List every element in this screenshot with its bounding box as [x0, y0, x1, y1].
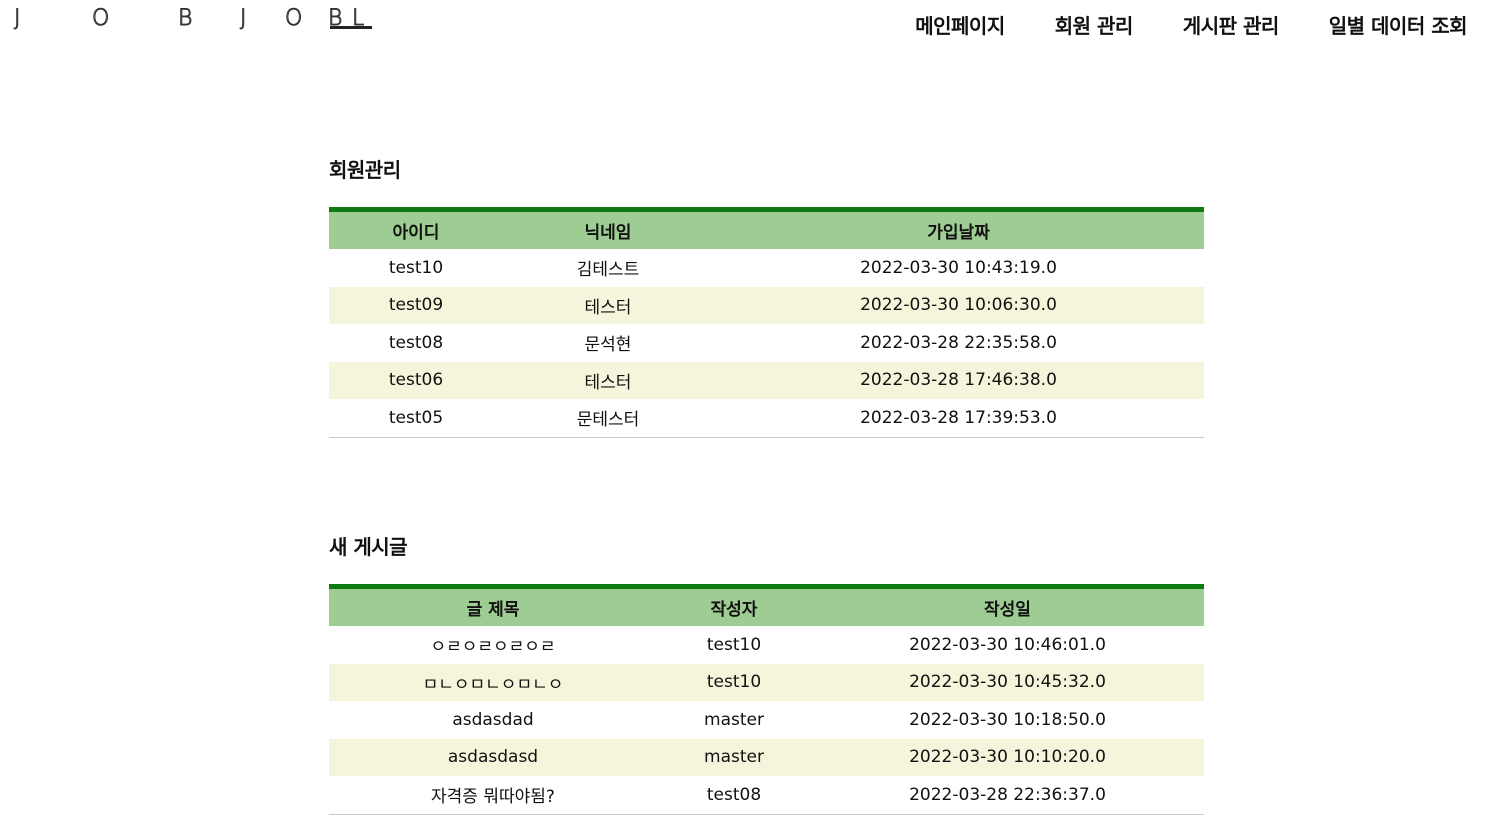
table-row[interactable]: ㅇㄹㅇㄹㅇㄹㅇㄹ test10 2022-03-30 10:46:01.0 — [329, 626, 1204, 664]
member-id: test05 — [388, 407, 444, 428]
member-nickname: 테스터 — [503, 286, 713, 324]
post-title[interactable]: ㅁㄴㅇㅁㄴㅇㅁㄴㅇ — [329, 663, 657, 701]
post-author: test08 — [706, 784, 762, 805]
logo-letter: O — [284, 6, 303, 32]
posts-table: 글 제목 작성자 작성일 ㅇㄹㅇㄹㅇㄹㅇㄹ test10 2022-03-30 … — [329, 584, 1204, 815]
member-id: test09 — [329, 286, 503, 324]
logo-letter: J — [14, 6, 21, 32]
member-nickname: 문석현 — [584, 335, 632, 356]
table-row[interactable]: test06 테스터 2022-03-28 17:46:38.0 — [329, 361, 1204, 399]
column-header-date: 작성일 — [811, 586, 1204, 626]
nav-member-management[interactable]: 회원 관리 — [1055, 10, 1134, 39]
column-header-author: 작성자 — [657, 586, 811, 626]
table-row[interactable]: test10 김테스트 2022-03-30 10:43:19.0 — [329, 249, 1204, 287]
column-header-title: 글 제목 — [329, 586, 657, 626]
post-author: master — [657, 738, 811, 776]
logo-letter: B — [177, 6, 193, 32]
posts-table-header: 글 제목 작성자 작성일 — [329, 586, 1204, 626]
member-nickname: 김테스트 — [576, 260, 640, 281]
post-author: test10 — [706, 634, 762, 655]
member-joined: 2022-03-28 17:46:38.0 — [713, 361, 1204, 399]
table-row[interactable]: asdasdasd master 2022-03-30 10:10:20.0 — [329, 738, 1204, 776]
member-joined: 2022-03-30 10:43:19.0 — [860, 257, 1057, 278]
table-row[interactable]: test05 문테스터 2022-03-28 17:39:53.0 — [329, 399, 1204, 437]
logo-letter: O — [91, 6, 110, 32]
member-joined: 2022-03-28 17:39:53.0 — [860, 407, 1057, 428]
post-date: 2022-03-30 10:45:32.0 — [811, 663, 1204, 701]
member-id: test08 — [388, 332, 444, 353]
post-date: 2022-03-28 22:36:37.0 — [909, 784, 1106, 805]
table-row[interactable]: test09 테스터 2022-03-30 10:06:30.0 — [329, 286, 1204, 324]
member-nickname: 문테스터 — [576, 410, 640, 431]
member-joined: 2022-03-30 10:06:30.0 — [713, 286, 1204, 324]
column-header-joined: 가입날짜 — [713, 209, 1204, 249]
post-author: test10 — [657, 663, 811, 701]
column-header-nickname: 닉네임 — [503, 209, 713, 249]
members-section: 회원관리 아이디 닉네임 가입날짜 test10 김테스트 2022-03-30… — [329, 154, 1204, 438]
member-nickname: 테스터 — [503, 361, 713, 399]
members-table: 아이디 닉네임 가입날짜 test10 김테스트 2022-03-30 10:4… — [329, 207, 1204, 438]
posts-section-title: 새 게시글 — [329, 535, 408, 559]
nav-main-page[interactable]: 메인페이지 — [915, 10, 1005, 39]
post-date: 2022-03-30 10:18:50.0 — [909, 709, 1106, 730]
post-title[interactable]: 자격증 뭐따야됨? — [329, 776, 657, 814]
post-author: master — [704, 709, 764, 730]
main-nav: 메인페이지 회원 관리 게시판 관리 일별 데이터 조회 — [915, 10, 1467, 39]
member-id: test06 — [329, 361, 503, 399]
table-row[interactable]: 자격증 뭐따야됨? test08 2022-03-28 22:36:37.0 — [329, 776, 1204, 814]
post-title[interactable]: asdasdasd — [329, 738, 657, 776]
table-row[interactable]: ㅁㄴㅇㅁㄴㅇㅁㄴㅇ test10 2022-03-30 10:45:32.0 — [329, 663, 1204, 701]
column-header-id: 아이디 — [329, 209, 503, 249]
nav-board-management[interactable]: 게시판 관리 — [1183, 10, 1279, 39]
table-row[interactable]: test08 문석현 2022-03-28 22:35:58.0 — [329, 324, 1204, 362]
post-date: 2022-03-30 10:10:20.0 — [811, 738, 1204, 776]
members-table-header: 아이디 닉네임 가입날짜 — [329, 209, 1204, 249]
post-title[interactable]: ㅇㄹㅇㄹㅇㄹㅇㄹ — [329, 626, 657, 664]
new-posts-section: 새 게시글 글 제목 작성자 작성일 ㅇㄹㅇㄹㅇㄹㅇㄹ test10 2022-… — [329, 531, 1204, 815]
members-section-title: 회원관리 — [329, 158, 401, 182]
member-id: test10 — [388, 257, 444, 278]
post-title[interactable]: asdasdad — [329, 701, 657, 739]
table-row[interactable]: asdasdad master 2022-03-30 10:18:50.0 — [329, 701, 1204, 739]
post-date: 2022-03-30 10:46:01.0 — [909, 634, 1106, 655]
logo-letter: J — [240, 6, 247, 32]
member-joined: 2022-03-28 22:35:58.0 — [860, 332, 1057, 353]
nav-daily-data[interactable]: 일별 데이터 조회 — [1329, 10, 1468, 39]
logo-underline — [330, 26, 372, 29]
